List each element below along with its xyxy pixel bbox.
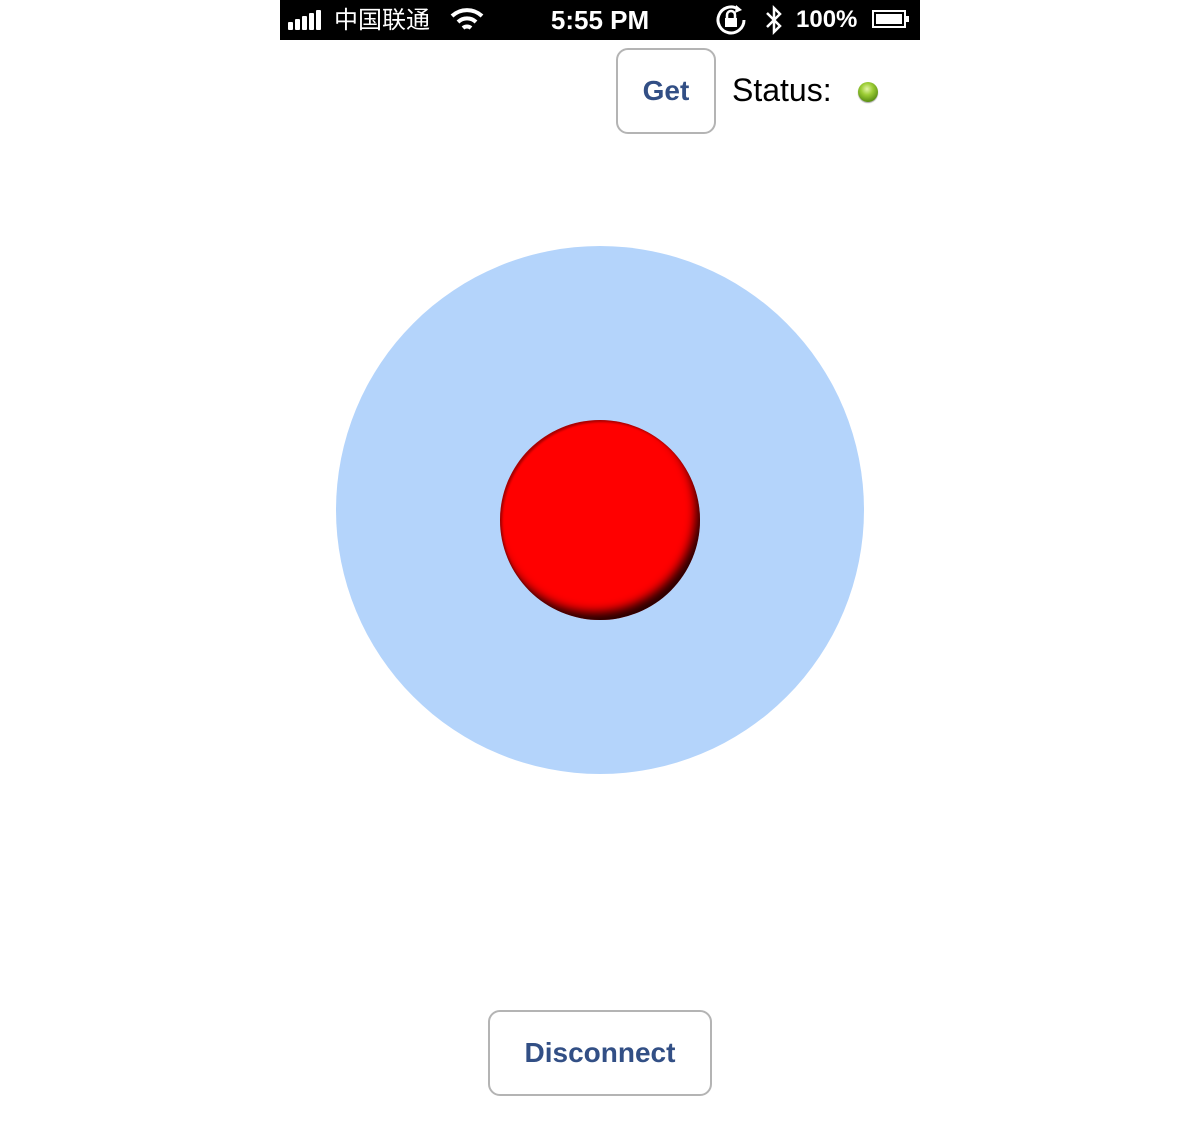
bluetooth-icon [766,4,782,36]
app-screen: 中国联通 5:55 PM 100% Get Status: Disconnect [280,0,920,1136]
status-label: Status: [732,72,832,108]
rotation-lock-icon [716,5,746,35]
joystick-knob[interactable] [500,420,700,620]
status-bar: 中国联通 5:55 PM 100% [280,0,920,40]
get-button[interactable]: Get [616,48,716,134]
status-indicator-icon [858,82,878,102]
battery-icon [872,10,909,28]
battery-percentage: 100% [796,6,858,33]
disconnect-button[interactable]: Disconnect [488,1010,712,1096]
